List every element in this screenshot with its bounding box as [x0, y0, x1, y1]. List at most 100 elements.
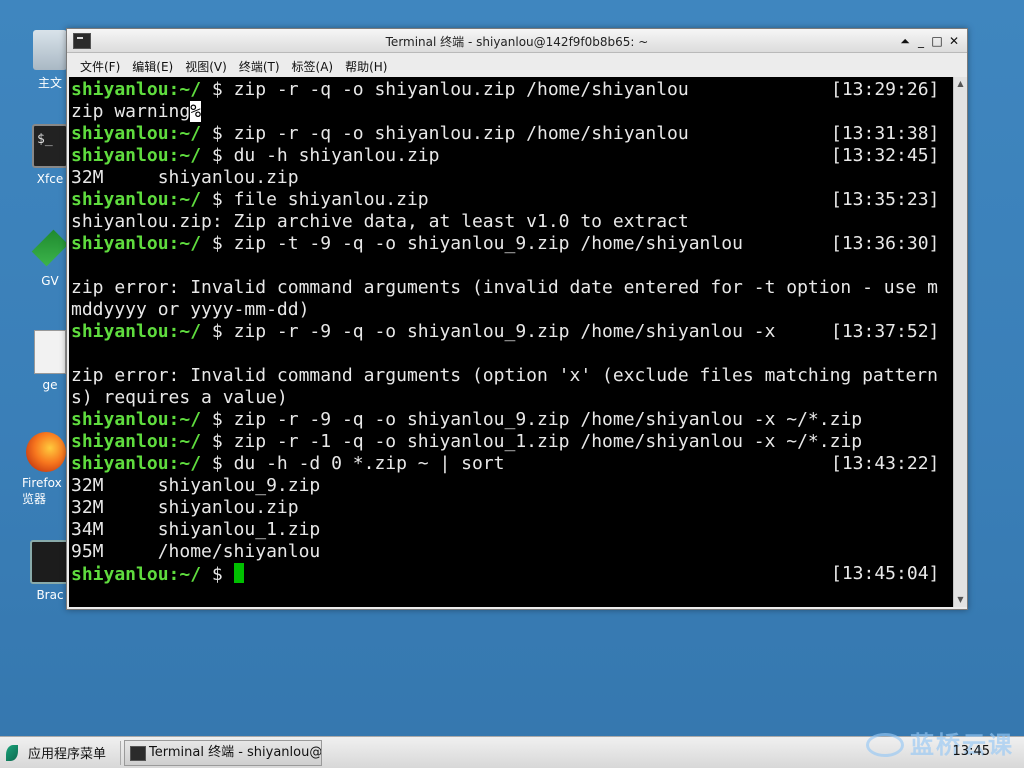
line-text: 32M shiyanlou.zip: [71, 167, 299, 188]
line-text: s) requires a value): [71, 387, 288, 408]
line-text: 32M shiyanlou.zip: [71, 497, 299, 518]
desktop-icon-label: Xfce: [36, 172, 64, 186]
minimize-button[interactable]: _: [913, 33, 929, 49]
prompt-path: :~/: [168, 189, 202, 210]
prompt-path: :~/: [168, 321, 202, 342]
menu-view[interactable]: 视图(V): [179, 53, 233, 75]
line-text: zip error: Invalid command arguments (op…: [71, 365, 938, 386]
prompt-user: shiyanlou: [71, 189, 169, 210]
prompt-user: shiyanlou: [71, 321, 169, 342]
desktop-icon-label: 主文: [37, 76, 62, 90]
line-text: 32M shiyanlou_9.zip: [71, 475, 321, 496]
text-editor-icon: [34, 330, 66, 374]
terminal-icon: $_: [32, 124, 68, 168]
watermark: 蓝桥云课: [866, 725, 1014, 760]
shade-button[interactable]: ⏶: [897, 33, 913, 49]
applications-menu-button[interactable]: 应用程序菜单: [6, 743, 106, 763]
terminal-output-line: 32M shiyanlou.zip: [71, 167, 953, 189]
terminal-command-line: shiyanlou:~/ $ zip -r -q -o shiyanlou.zi…: [71, 79, 953, 101]
line-text: shiyanlou.zip: Zip archive data, at leas…: [71, 211, 689, 232]
prompt-path: :~/: [168, 123, 202, 144]
desktop-icon-xfce-terminal[interactable]: $_ Xfce: [30, 124, 70, 186]
timestamp: [13:29:26]: [831, 79, 940, 100]
terminal-window[interactable]: Terminal 终端 - shiyanlou@142f9f0b8b65: ~ …: [66, 28, 968, 610]
desktop-icon-brackets[interactable]: Brac: [30, 540, 70, 602]
line-text: $ zip -r -9 -q -o shiyanlou_9.zip /home/…: [201, 321, 776, 342]
terminal-command-line: shiyanlou:~/ $ [13:45:04]: [71, 563, 953, 585]
terminal-command-line: shiyanlou:~/ $ zip -r -9 -q -o shiyanlou…: [71, 321, 953, 343]
timestamp: [13:35:23]: [831, 189, 940, 210]
desktop-icon-gedit[interactable]: ge: [30, 330, 70, 392]
desktop-icon-home[interactable]: 主文: [30, 30, 70, 91]
timestamp: [13:37:52]: [831, 321, 940, 342]
terminal-command-line: shiyanlou:~/ $ zip -r -1 -q -o shiyanlou…: [71, 431, 953, 453]
terminal-output: shiyanlou:~/ $ zip -r -q -o shiyanlou.zi…: [69, 77, 953, 585]
prompt-user: shiyanlou: [71, 123, 169, 144]
line-text: zip error: Invalid command arguments (in…: [71, 277, 938, 298]
terminal-command-line: shiyanlou:~/ $ zip -r -q -o shiyanlou.zi…: [71, 123, 953, 145]
terminal-command-line: shiyanlou:~/ $ du -h -d 0 *.zip ~ | sort…: [71, 453, 953, 475]
line-text: $ du -h -d 0 *.zip ~ | sort: [201, 453, 505, 474]
prompt-user: shiyanlou: [71, 79, 169, 100]
watermark-logo-icon: [866, 733, 904, 757]
terminal-output-line: mddyyyy or yyyy-mm-dd): [71, 299, 953, 321]
menu-tabs[interactable]: 标签(A): [286, 53, 340, 75]
prompt-path: :~/: [168, 431, 202, 452]
window-titlebar[interactable]: Terminal 终端 - shiyanlou@142f9f0b8b65: ~ …: [67, 29, 967, 53]
terminal-command-line: shiyanlou:~/ $ zip -r -9 -q -o shiyanlou…: [71, 409, 953, 431]
terminal-output-line: 32M shiyanlou_9.zip: [71, 475, 953, 497]
menu-help[interactable]: 帮助(H): [339, 53, 393, 75]
terminal-output-line: zip error: Invalid command arguments (in…: [71, 277, 953, 299]
taskbar-separator: [120, 741, 121, 765]
line-text: 95M /home/shiyanlou: [71, 541, 321, 562]
line-text: $ zip -r -1 -q -o shiyanlou_1.zip /home/…: [201, 431, 863, 452]
prompt-path: :~/: [168, 453, 202, 474]
line-text: $ file shiyanlou.zip: [201, 189, 429, 210]
terminal-output-line: s) requires a value): [71, 387, 953, 409]
line-text: $ zip -r -9 -q -o shiyanlou_9.zip /home/…: [201, 409, 863, 430]
menu-edit[interactable]: 编辑(E): [126, 53, 179, 75]
terminal-screen[interactable]: shiyanlou:~/ $ zip -r -q -o shiyanlou.zi…: [69, 77, 953, 607]
timestamp: [13:36:30]: [831, 233, 940, 254]
desktop-icon-label: Firefox 览器: [22, 476, 62, 506]
menu-file[interactable]: 文件(F): [74, 53, 126, 75]
scroll-down-arrow-icon[interactable]: ▼: [954, 593, 967, 607]
prompt-path: :~/: [168, 79, 202, 100]
desktop-icon-gvim[interactable]: GV: [30, 226, 70, 288]
terminal-output-line: 32M shiyanlou.zip: [71, 497, 953, 519]
desktop-icon-label: Brac: [36, 588, 64, 602]
gvim-icon: [31, 229, 69, 267]
line-text: $ du -h shiyanlou.zip: [201, 145, 440, 166]
line-text: $ zip -r -q -o shiyanlou.zip /home/shiya…: [201, 123, 689, 144]
brackets-icon: [30, 540, 70, 584]
applications-menu-label: 应用程序菜单: [28, 747, 107, 762]
terminal-cursor: [233, 563, 244, 583]
close-button[interactable]: ✕: [946, 33, 962, 49]
maximize-button[interactable]: □: [929, 33, 945, 49]
vertical-scrollbar[interactable]: ▲ ▼: [953, 77, 967, 607]
prompt-path: :~/: [168, 145, 202, 166]
prompt-user: shiyanlou: [71, 453, 169, 474]
timestamp: [13:45:04]: [831, 563, 940, 584]
prompt-user: shiyanlou: [71, 431, 169, 452]
desktop-icon-firefox[interactable]: Firefox 览器: [22, 432, 70, 507]
taskbar: 应用程序菜单 Terminal 终端 - shiyanlou@… 蓝桥云课 13…: [0, 731, 1024, 768]
prompt-user: shiyanlou: [71, 145, 169, 166]
terminal-output-line: 95M /home/shiyanlou: [71, 541, 953, 563]
line-text: 34M shiyanlou_1.zip: [71, 519, 321, 540]
prompt-user: shiyanlou: [71, 233, 169, 254]
prompt-user: shiyanlou: [71, 409, 169, 430]
menu-bar: 文件(F) 编辑(E) 视图(V) 终端(T) 标签(A) 帮助(H): [67, 53, 967, 77]
timestamp: [13:31:38]: [831, 123, 940, 144]
menu-terminal[interactable]: 终端(T): [233, 53, 286, 75]
desktop-icon-label: GV: [41, 274, 59, 288]
prompt-path: :~/: [168, 233, 202, 254]
line-text: mddyyyy or yyyy-mm-dd): [71, 299, 310, 320]
line-text: $ zip -r -q -o shiyanlou.zip /home/shiya…: [201, 79, 689, 100]
scroll-up-arrow-icon[interactable]: ▲: [954, 77, 967, 91]
taskbar-task-label: Terminal 终端 - shiyanlou@…: [149, 745, 322, 760]
timestamp: [13:32:45]: [831, 145, 940, 166]
taskbar-terminal-button[interactable]: Terminal 终端 - shiyanlou@…: [124, 740, 322, 766]
